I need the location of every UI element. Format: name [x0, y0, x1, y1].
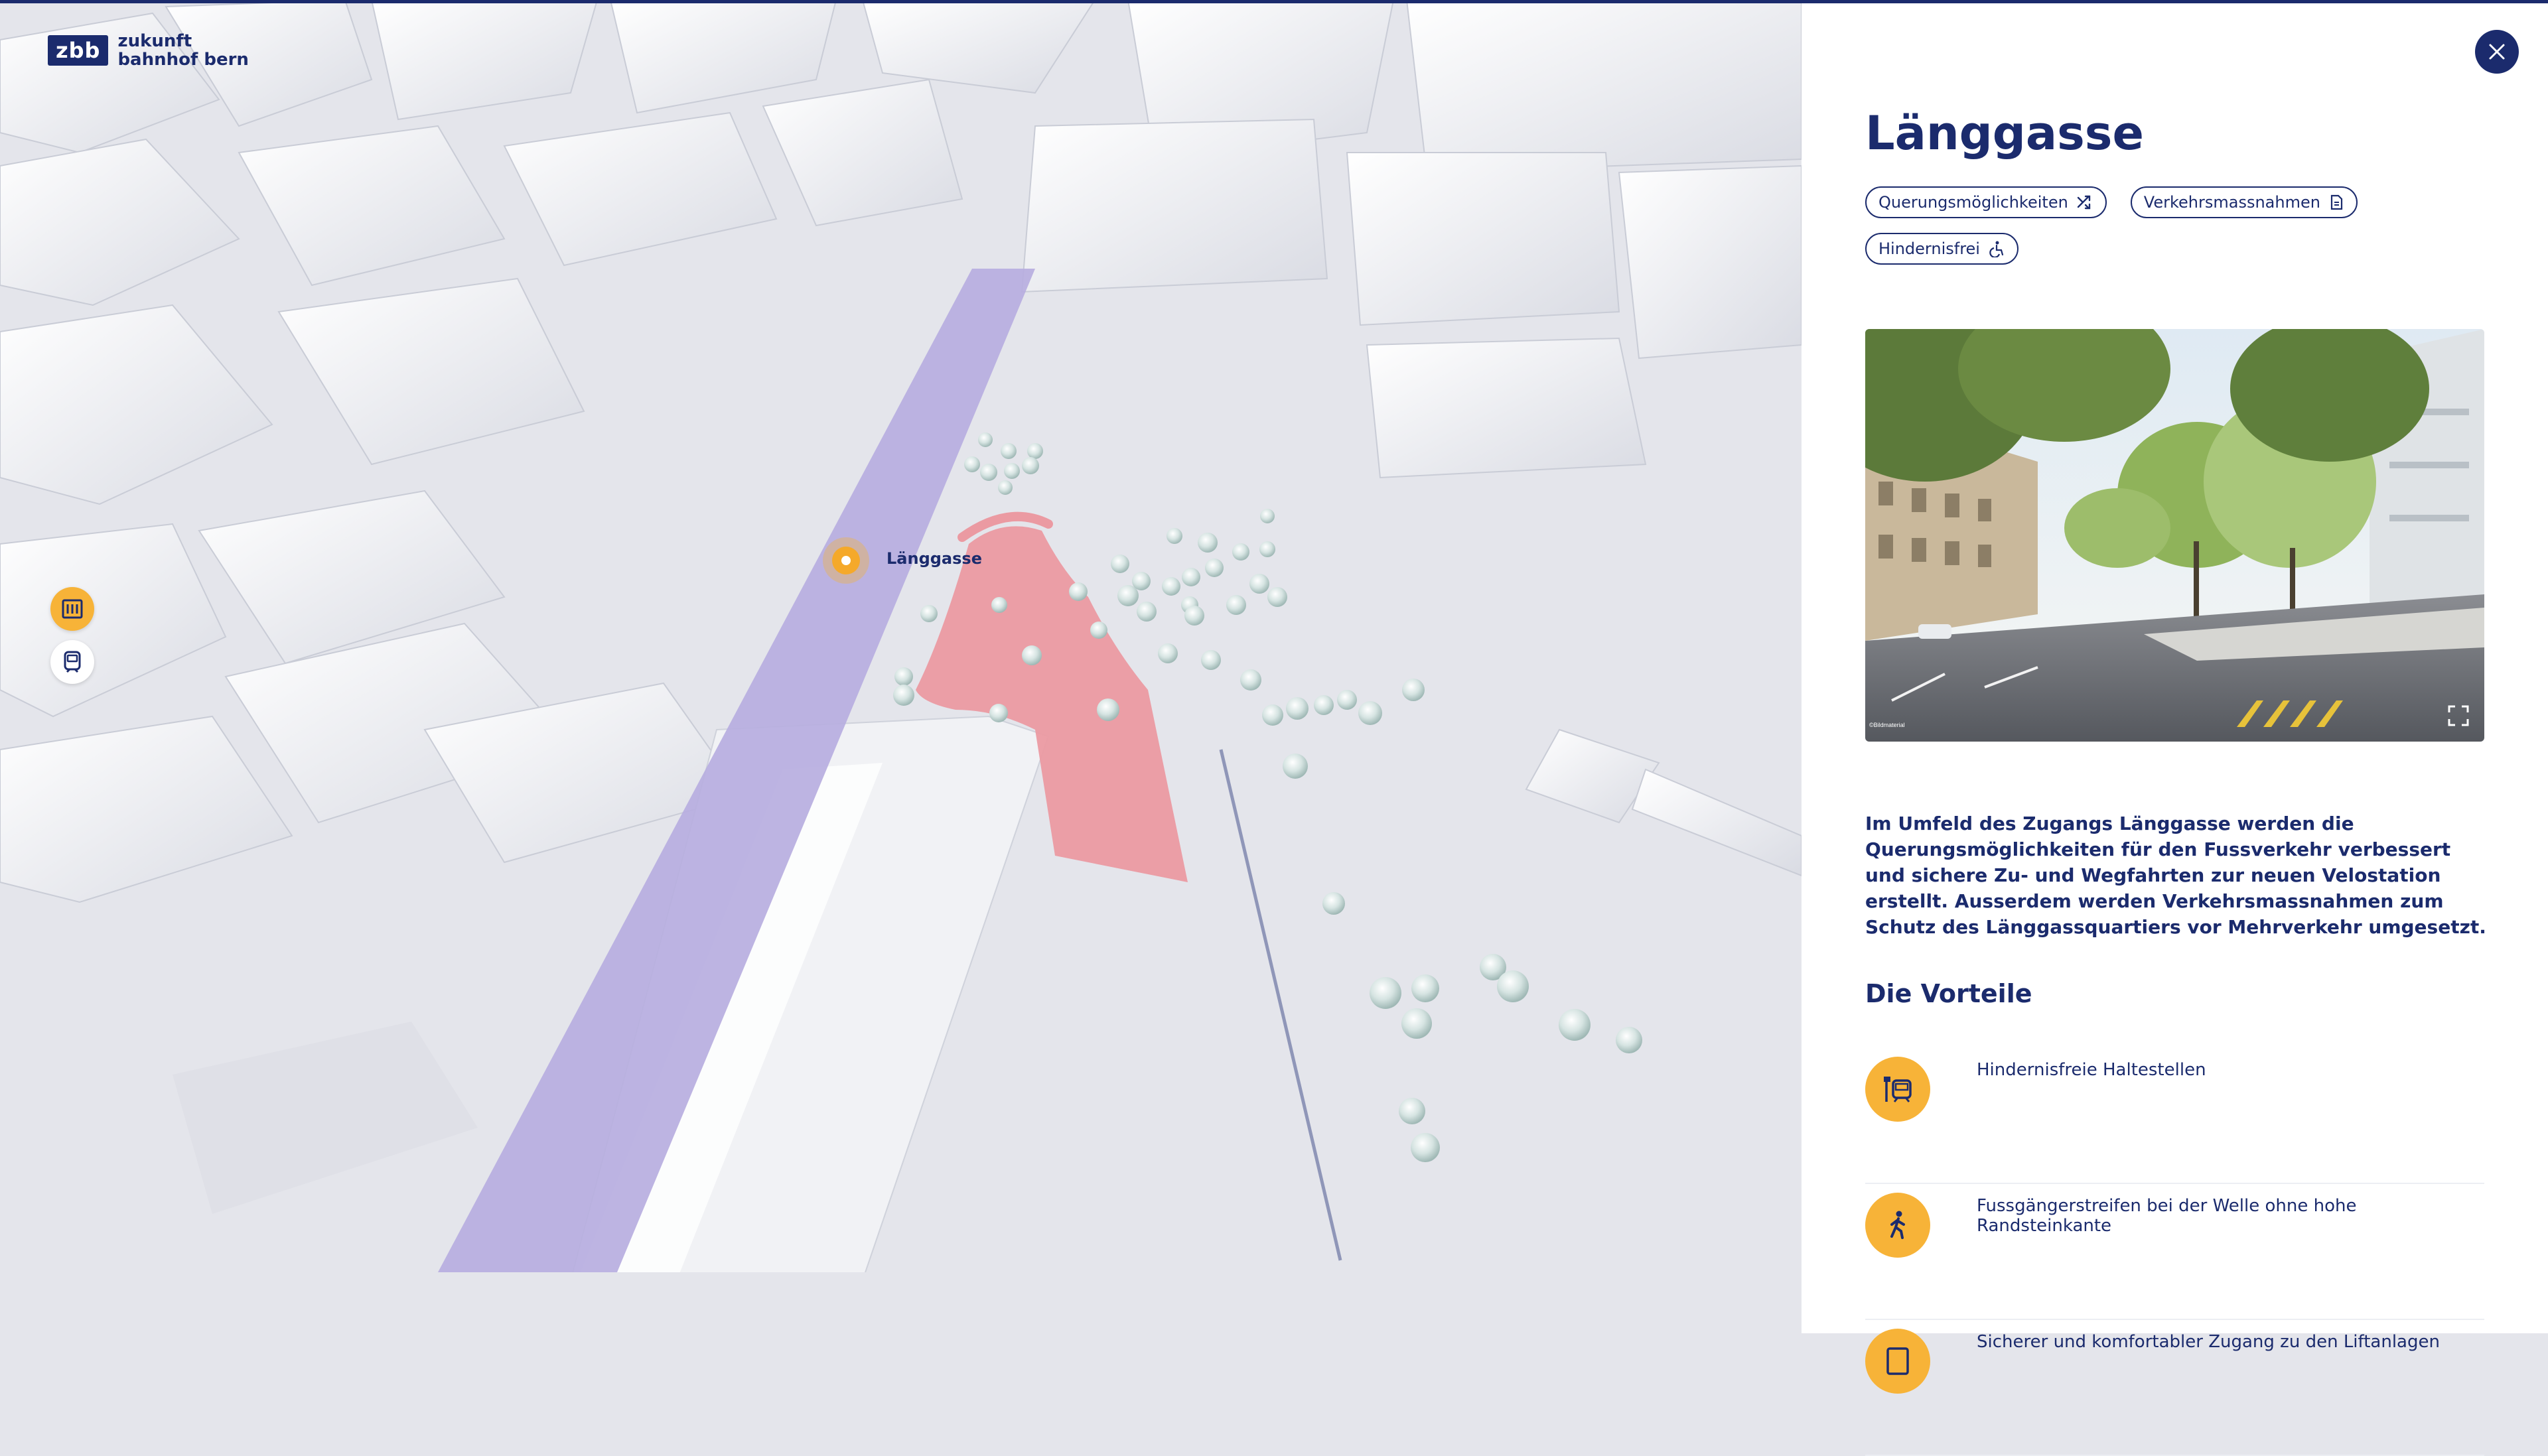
benefits-heading: Die Vorteile [1865, 979, 2032, 1008]
layer-button-buildings[interactable] [50, 587, 94, 631]
brand-logo[interactable]: zbb zukunft bahnhof bern [48, 32, 249, 69]
brand-line-2: bahnhof bern [117, 50, 249, 70]
panel-title: Länggasse [1865, 106, 2144, 161]
tag-verkehrsmassnahmen[interactable]: Verkehrsmassnahmen [2130, 186, 2358, 218]
brand-mark: zbb [48, 35, 109, 66]
map-view[interactable]: zbb zukunft bahnhof bern Länggasse [0, 0, 1802, 1333]
project-image[interactable]: ©Bildmaterial [1865, 329, 2484, 742]
layer-switcher [50, 587, 94, 684]
tram-stop-icon [1884, 1077, 1912, 1102]
map-marker[interactable] [823, 537, 869, 584]
map-marker-core [832, 547, 860, 574]
wheelchair-icon [1989, 241, 2004, 257]
building-icon [62, 599, 83, 619]
expand-icon[interactable] [2447, 704, 2470, 727]
tag-list: Querungsmöglichkeiten Verkehrsmassnahmen… [1865, 186, 2502, 265]
tag-label: Hindernisfrei [1878, 239, 1980, 258]
benefit-text: Fussgängerstreifen bei der Welle ohne ho… [1977, 1196, 2357, 1236]
benefit-text: Sicherer und komfortabler Zugang zu den … [1977, 1332, 2440, 1352]
map-scene [0, 0, 1802, 1333]
map-marker-label[interactable]: Länggasse [886, 549, 982, 568]
image-credit: ©Bildmaterial [1869, 722, 1905, 728]
top-accent-line [0, 0, 2548, 3]
tag-hindernisfrei[interactable]: Hindernisfrei [1865, 233, 2018, 265]
project-rendering: ©Bildmaterial [1865, 329, 2484, 742]
document-icon [2330, 194, 2343, 210]
benefit-item: Sicherer und komfortabler Zugang zu den … [1865, 1319, 2484, 1456]
benefit-icon-wrap [1865, 1057, 1930, 1122]
project-description: Im Umfeld des Zugangs Länggasse werden d… [1865, 813, 2486, 938]
close-icon [2489, 44, 2505, 60]
elevator-icon [1886, 1347, 1909, 1375]
benefit-item: Fussgängerstreifen bei der Welle ohne ho… [1865, 1183, 2484, 1320]
brand-line-1: zukunft [117, 31, 192, 51]
close-button[interactable] [2475, 30, 2519, 74]
tram-icon [64, 651, 81, 673]
brand-wordmark: zukunft bahnhof bern [117, 32, 249, 69]
pedestrian-icon [1890, 1211, 1905, 1239]
tag-label: Verkehrsmassnahmen [2143, 193, 2320, 212]
benefit-icon-wrap [1865, 1329, 1930, 1394]
benefit-icon-wrap [1865, 1193, 1930, 1258]
tag-label: Querungsmöglichkeiten [1878, 193, 2068, 212]
tag-querungsmoeglichkeiten[interactable]: Querungsmöglichkeiten [1865, 186, 2107, 218]
layer-button-tram[interactable] [50, 640, 94, 684]
benefit-item: Hindernisfreie Haltestellen [1865, 1047, 2484, 1184]
shuffle-icon [2077, 195, 2090, 210]
benefit-text: Hindernisfreie Haltestellen [1977, 1060, 2206, 1080]
